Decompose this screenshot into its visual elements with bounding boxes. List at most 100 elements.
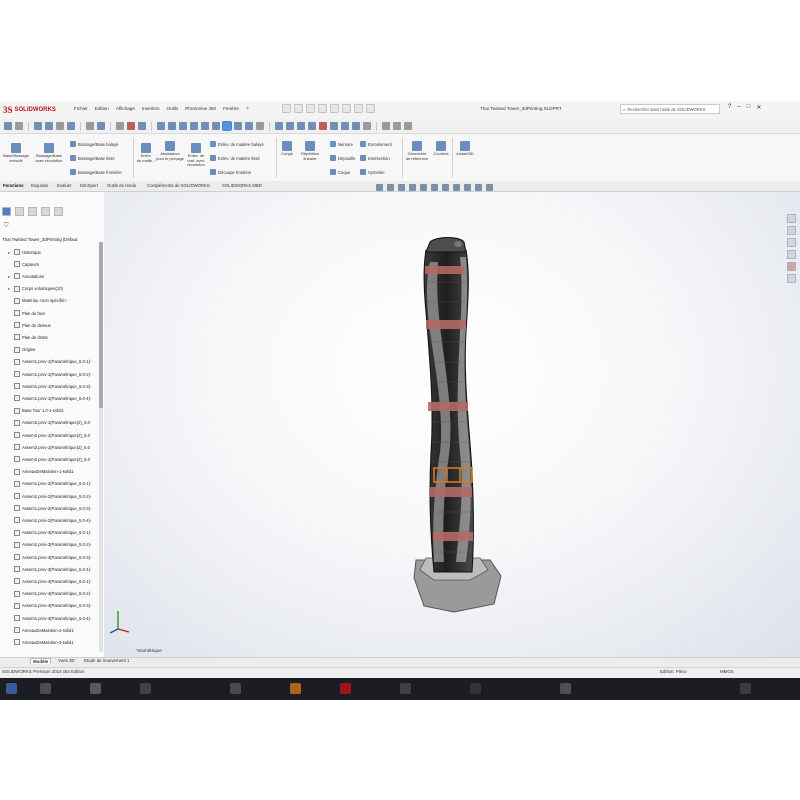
appearance-icon[interactable] <box>127 122 135 130</box>
wrap-button[interactable]: Enroulement <box>360 141 392 147</box>
expand-arrow-icon[interactable]: ▸ <box>8 274 12 279</box>
tree-item[interactable]: Assem1.prov-2(Paramétrique_5.0-2)- <box>8 493 91 499</box>
menu-item-help[interactable]: ? <box>246 106 249 111</box>
view-palette-icon[interactable] <box>787 250 796 259</box>
rib-button[interactable]: Nervure <box>330 141 353 147</box>
tab-complements[interactable]: Compléments de SOLIDWORKS <box>147 183 210 188</box>
front-view-icon[interactable] <box>157 122 165 130</box>
start-icon[interactable] <box>6 683 17 694</box>
tree-root-part[interactable]: Thai Twisted Tower_3dPrinting (Défaut <box>2 237 77 242</box>
zoom-fit-icon[interactable] <box>4 122 12 130</box>
shadows-icon[interactable] <box>341 122 349 130</box>
graphics-area[interactable] <box>104 192 800 657</box>
linear-pattern-button[interactable]: Répétition linéaire <box>296 141 324 161</box>
tree-item[interactable]: Assem1.prov-4(Paramétrique_5.0-2)- <box>8 590 91 597</box>
revolved-boss-button[interactable]: Bossage/Base avec révolution <box>35 143 63 163</box>
tree-item[interactable]: Assem1.prov-3(Paramétrique_5.0-3)- <box>8 554 91 560</box>
previous-view-icon[interactable] <box>398 184 405 191</box>
help-icon[interactable]: ? <box>728 104 731 111</box>
origin-display-icon[interactable] <box>308 122 316 130</box>
roll-icon[interactable] <box>56 122 64 130</box>
pan-icon[interactable] <box>45 122 53 130</box>
tree-item[interactable]: Assem2.prov-1(Paramétrique(2)_5.0 <box>8 419 90 426</box>
tab-esquisse[interactable]: Esquisse <box>31 183 48 188</box>
intersect-button[interactable]: Intersection <box>360 155 390 161</box>
axis-display-icon[interactable] <box>297 122 305 130</box>
tree-item[interactable]: Assem1.prov-2(Paramétrique_5.0-1)- <box>8 480 91 487</box>
tab-etude-mouvement[interactable]: Etude de mouvement 1 <box>82 658 131 663</box>
lofted-cut-button[interactable]: Enlèv. de matière lissé <box>210 155 260 161</box>
design-library-icon[interactable] <box>787 226 796 235</box>
new-document-icon[interactable] <box>282 104 291 113</box>
taskbar-app-icon[interactable] <box>230 683 241 694</box>
zoom-area-icon[interactable] <box>15 122 23 130</box>
zebra-icon[interactable] <box>330 122 338 130</box>
tree-item[interactable]: Plan de face <box>8 310 45 316</box>
tree-item[interactable]: Assem1.prov-2(Paramétrique_5.0-4)- <box>8 517 91 524</box>
tree-item[interactable]: AnneauDeMaintien-3-solid1 <box>8 639 74 646</box>
expand-arrow-icon[interactable]: ▸ <box>8 286 12 291</box>
tree-item[interactable]: ▸ Historique <box>8 249 41 255</box>
tree-item[interactable]: Assem2.prov-1(Paramétrique(2)_5.0 <box>8 456 90 463</box>
tab-dimxpert[interactable]: DimXpert <box>80 183 98 188</box>
tree-item[interactable]: AnneauDeMaintien-2-solid1 <box>8 627 74 634</box>
zoom-to-fit-icon[interactable] <box>376 184 383 191</box>
taskbar-app-icon[interactable] <box>40 683 51 694</box>
shaded-edges-icon[interactable] <box>222 121 232 131</box>
tree-item[interactable]: Capteurs <box>8 261 39 268</box>
menu-item-affichage[interactable]: Affichage <box>116 106 135 111</box>
tree-item[interactable]: Assem2.prov-1(Paramétrique(2)_5.0 <box>8 444 90 451</box>
tree-item[interactable]: AnneauDeMaintien-1-solid1 <box>8 468 74 475</box>
top-view-icon[interactable] <box>168 122 176 130</box>
help-search-input[interactable]: ⌕ Rechercher dans l'aide de SOLIDWORKS <box>620 104 720 114</box>
tree-item[interactable]: Matériau <non spécifié> <box>8 297 67 304</box>
menu-item-outils[interactable]: Outils <box>167 106 179 111</box>
mirror-button[interactable]: Symétrie <box>360 169 385 175</box>
shell-button[interactable]: Coque <box>330 169 350 175</box>
feature-tree-tab-icon[interactable] <box>2 207 11 216</box>
system-tray-icon[interactable] <box>740 683 751 694</box>
configuration-manager-tab-icon[interactable] <box>28 207 37 216</box>
iso-view-icon[interactable] <box>190 122 198 130</box>
tree-item[interactable]: Plan de dessus <box>8 322 51 329</box>
tree-item[interactable]: Assem1.prov-2(Paramétrique_5.0-3)- <box>8 505 91 512</box>
swept-boss-button[interactable]: Bossage/Base balayé <box>70 141 119 147</box>
apply-scene-icon[interactable] <box>464 184 471 191</box>
open-icon[interactable] <box>294 104 303 113</box>
tree-item[interactable]: Base Tour 1.0-1-solid1 <box>8 407 64 414</box>
instant3d-button[interactable]: Instant3D <box>454 141 476 157</box>
taskbar-app-icon[interactable] <box>560 683 571 694</box>
curvature-icon[interactable] <box>319 122 327 130</box>
tree-item[interactable]: Assem1.prov-1(Paramétrique_5.0-4)- <box>8 395 91 402</box>
dimxpert-manager-tab-icon[interactable] <box>41 207 50 216</box>
select-icon[interactable] <box>342 104 351 113</box>
menu-item-edition[interactable]: Edition <box>95 106 109 111</box>
menu-item-fichier[interactable]: Fichier <box>74 106 88 111</box>
menu-item-fenetre[interactable]: Fenêtre <box>223 106 239 111</box>
tab-vues-3d[interactable]: Vues 3D <box>56 658 77 663</box>
view-orientation-hud-icon[interactable] <box>420 184 427 191</box>
solidworks-logo[interactable]: 3S SOLIDWORKS <box>3 103 56 117</box>
perspective-icon[interactable] <box>352 122 360 130</box>
extruded-boss-button[interactable]: Base/Bossage extrudé <box>3 143 29 163</box>
boundary-cut-button[interactable]: Découpe frontière <box>210 169 251 175</box>
taskbar-app-icon[interactable] <box>90 683 101 694</box>
solidworks-taskbar-icon[interactable] <box>340 683 351 694</box>
reference-geometry-button[interactable]: Géométrie de référence <box>404 141 430 161</box>
tree-item[interactable]: ▸ Corps volumiques(10) <box>8 285 63 292</box>
hidden-lines-icon[interactable] <box>245 122 253 130</box>
lofted-boss-button[interactable]: Bossage/Base lissé <box>70 155 115 161</box>
menu-item-insertion[interactable]: Insertion <box>142 106 160 111</box>
monitor-icon[interactable] <box>486 184 493 191</box>
hole-wizard-button[interactable]: Assistance pour le perçage <box>156 141 184 161</box>
hide-show-hud-icon[interactable] <box>442 184 449 191</box>
tree-scrollbar-thumb[interactable] <box>99 242 103 408</box>
options-view-icon[interactable] <box>404 122 412 130</box>
rotate-icon[interactable] <box>34 122 42 130</box>
tree-item[interactable]: Assem2.prov-1(Paramétrique(2)_5.0 <box>8 432 90 438</box>
tab-mbd[interactable]: SOLIDWORKS MBD <box>222 183 262 188</box>
tree-item[interactable]: Assem1.prov-3(Paramétrique_5.0-4)- <box>8 566 91 573</box>
tree-item[interactable]: Origine <box>8 346 36 353</box>
scene-icon[interactable] <box>138 122 146 130</box>
tree-item[interactable]: Assem1.prov-3(Paramétrique_5.0-2)- <box>8 541 91 548</box>
